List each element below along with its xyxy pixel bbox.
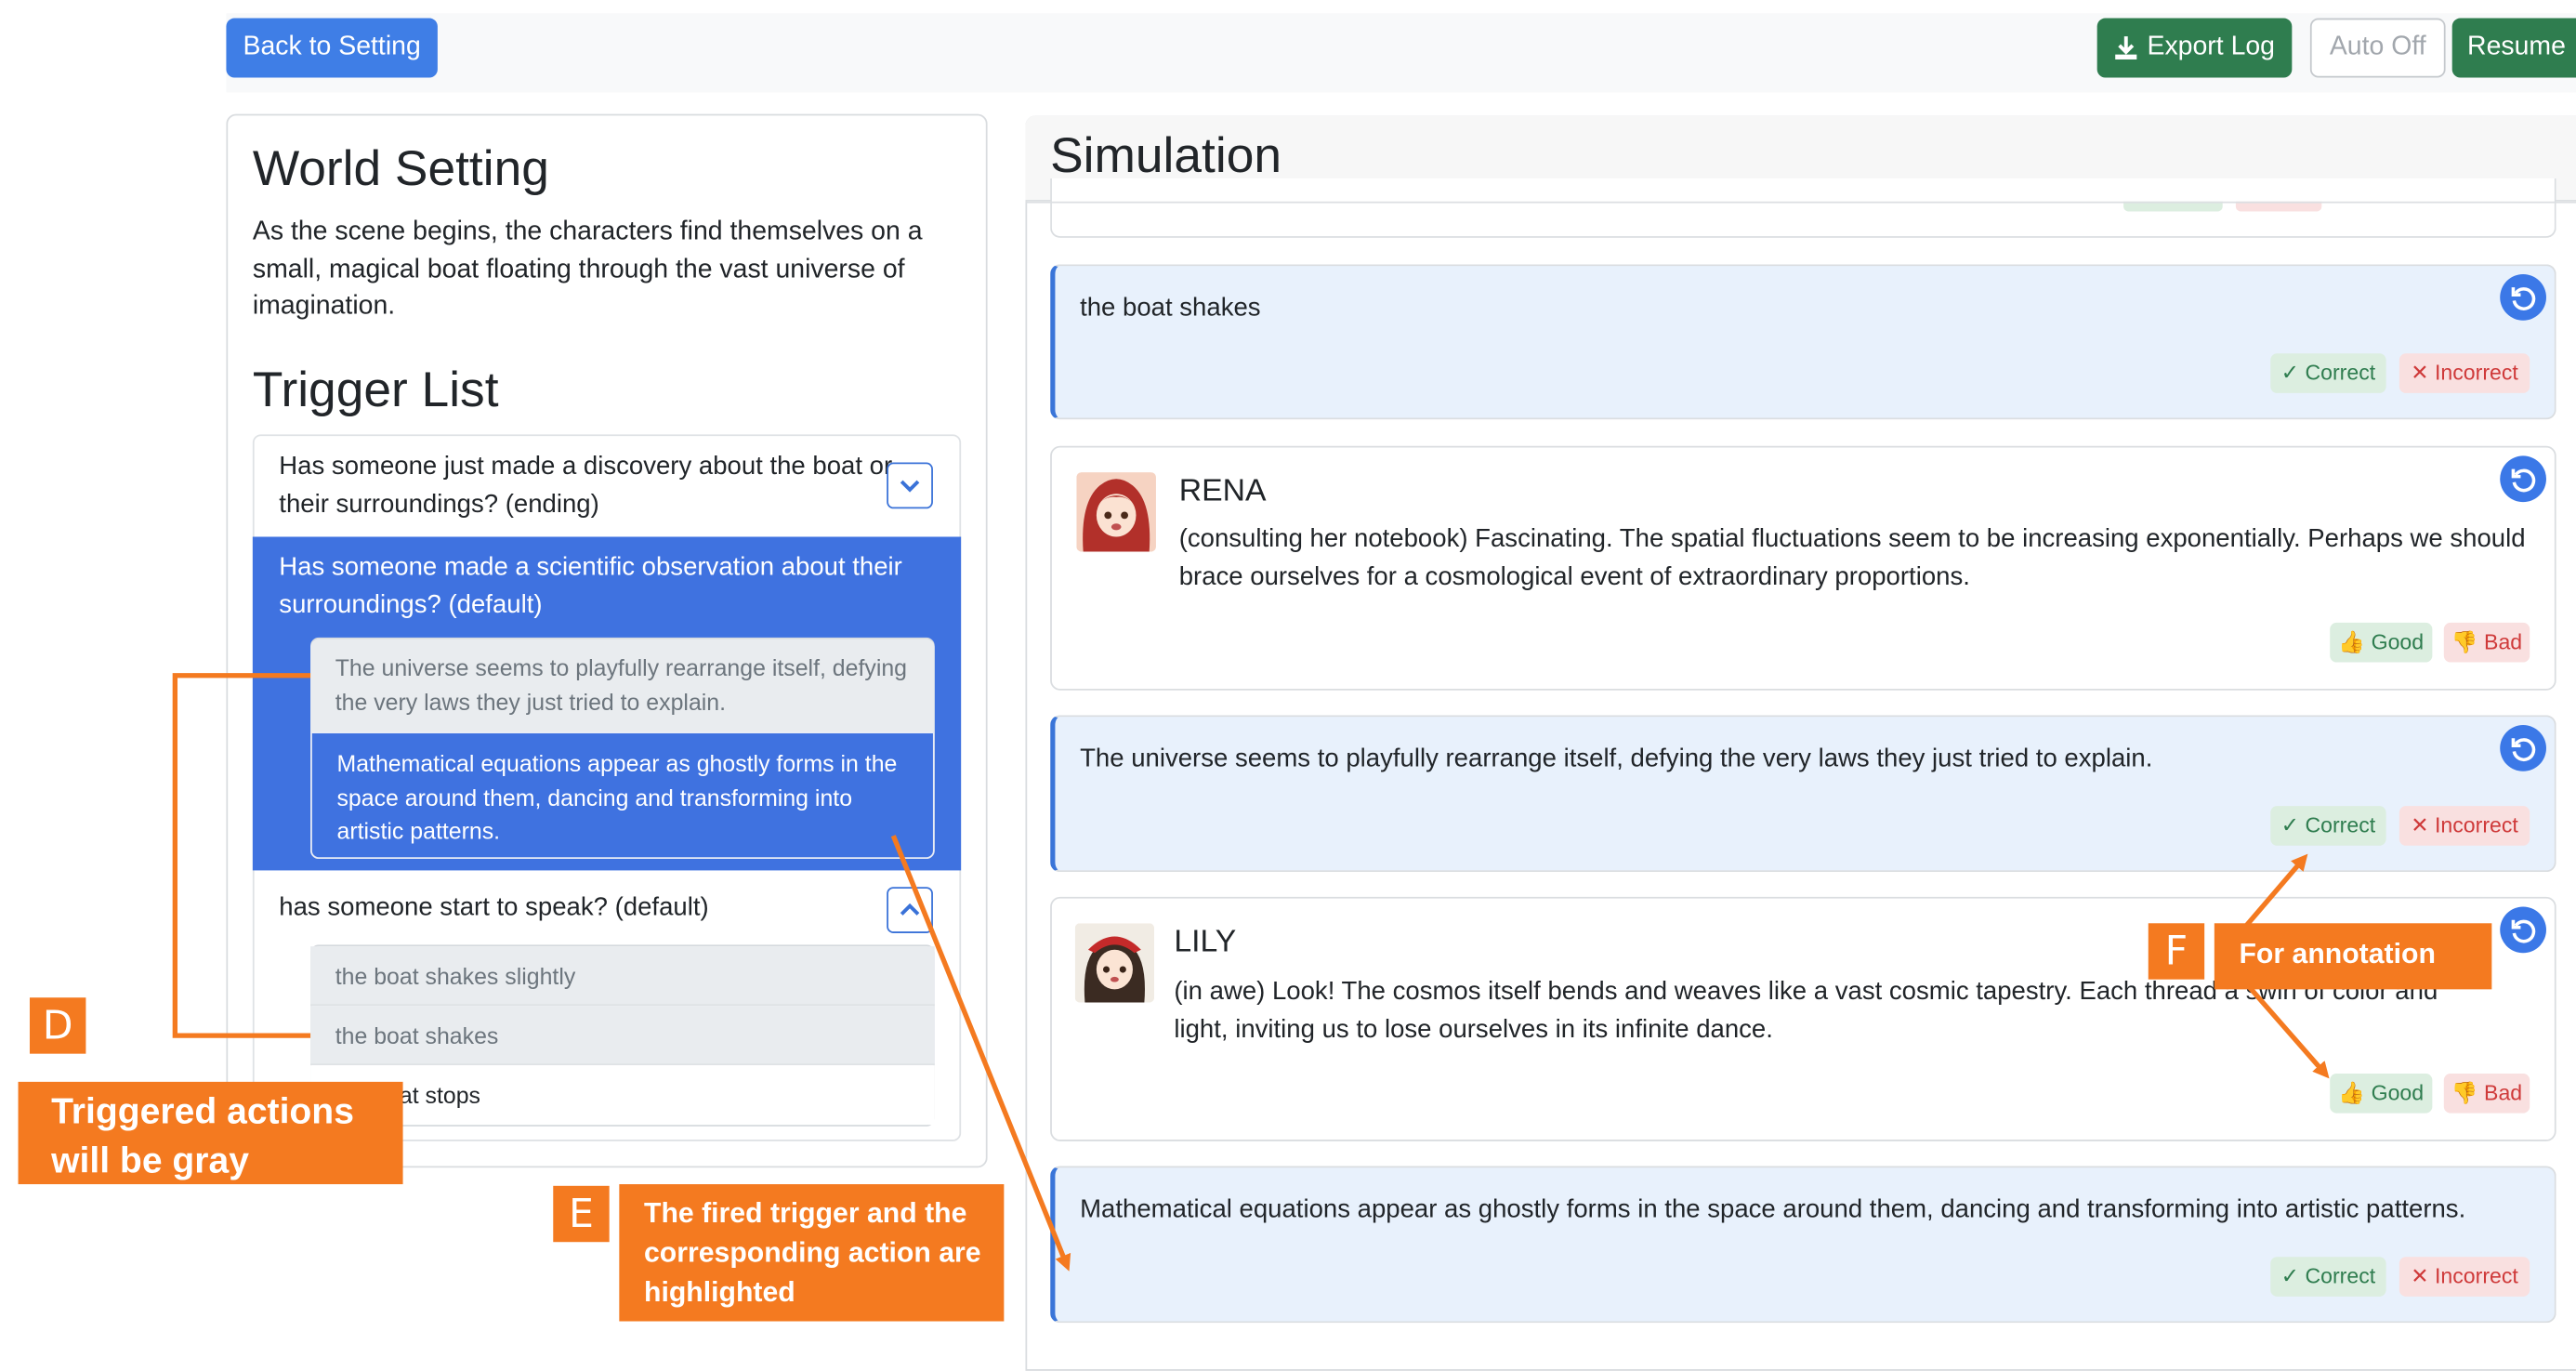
annotation-f: For annotation — [2214, 923, 2492, 990]
annotation-letter-d: D — [29, 997, 86, 1054]
annotation-letter-f: F — [2148, 923, 2205, 980]
annotation-d: Triggered actions will be gray — [18, 1081, 403, 1185]
annotation-e: The fired trigger and the corresponding … — [619, 1184, 1005, 1322]
annotation-letter-e: E — [553, 1185, 610, 1243]
